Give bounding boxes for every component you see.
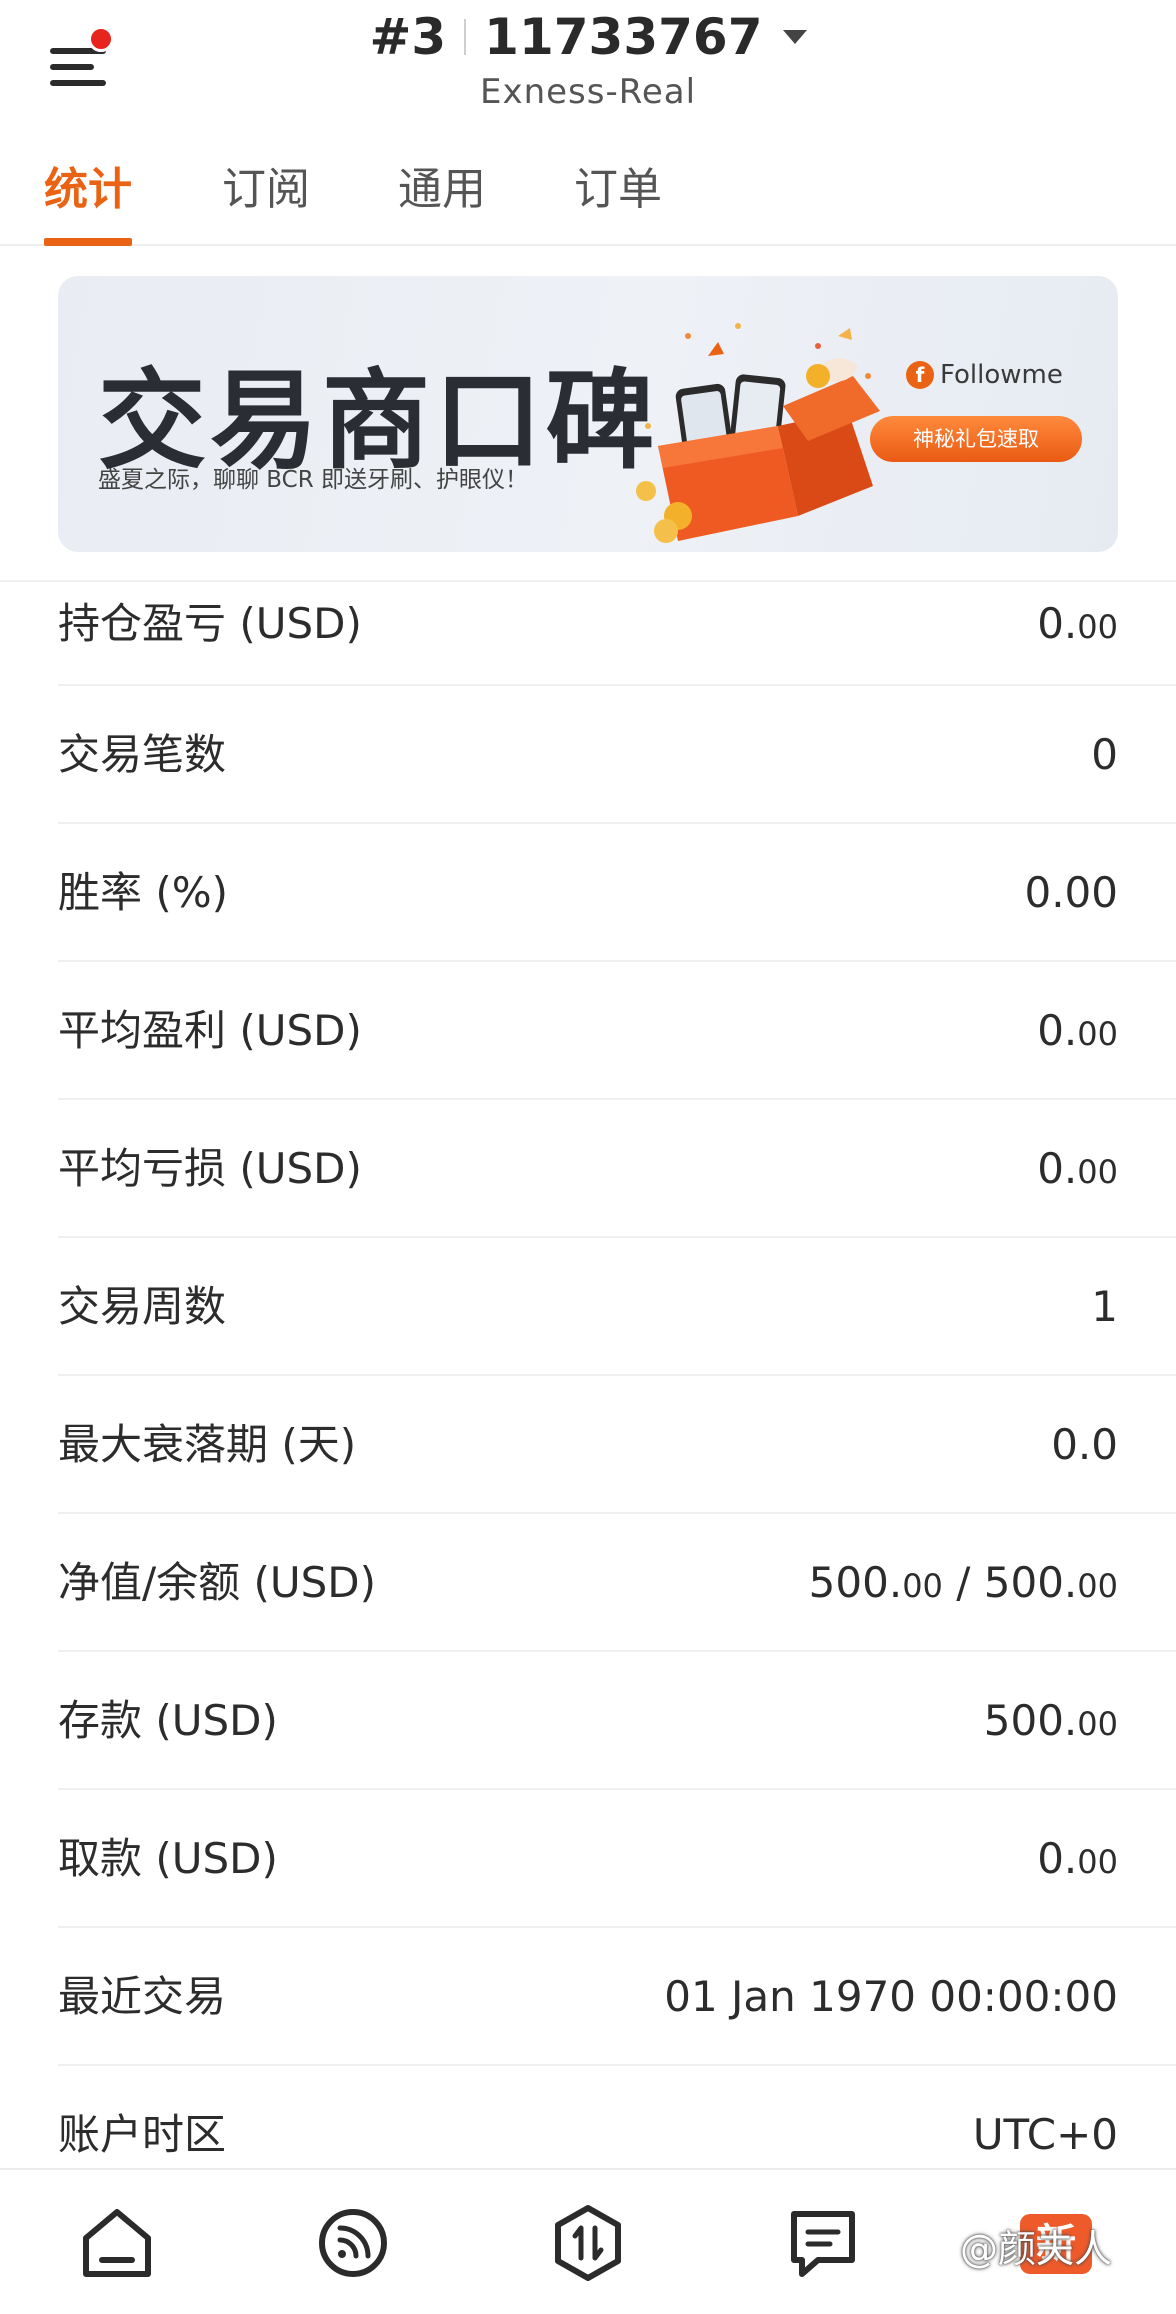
stat-value: 0.0 [1051, 1420, 1118, 1469]
nav-home[interactable] [72, 2198, 162, 2288]
stat-value: 01 Jan 1970 00:00:00 [664, 1972, 1118, 2021]
tab-bar: 统计 订阅 通用 订单 [0, 150, 1176, 246]
nav-trade[interactable] [543, 2198, 633, 2288]
stat-row-trade-count: 交易笔数 0 [58, 686, 1176, 824]
tab-statistics[interactable]: 统计 [44, 150, 132, 246]
stat-value: 0 [1091, 730, 1118, 779]
stat-row-equity-balance: 净值/余额 (USD) 500.00 / 500.00 [58, 1514, 1176, 1652]
stat-row-avg-loss: 平均亏损 (USD) 0.00 [58, 1100, 1176, 1238]
stats-list: 持仓盈亏 (USD) 0.00 交易笔数 0 胜率 (%) 0.00 平均盈利 … [0, 580, 1176, 2204]
stat-label: 持仓盈亏 (USD) [58, 599, 362, 648]
nav-feed[interactable] [308, 2198, 398, 2288]
bottom-nav: 新 @颜夫人 [0, 2168, 1176, 2314]
separator [464, 19, 467, 55]
feed-icon [319, 2209, 387, 2277]
stat-label: 净值/余额 (USD) [58, 1558, 377, 1607]
stat-value: 1 [1091, 1282, 1118, 1331]
stat-label: 平均亏损 (USD) [58, 1144, 362, 1193]
stat-label: 最近交易 [58, 1972, 227, 2021]
tab-label: 订阅 [222, 164, 310, 215]
stat-value: 0.00 [1037, 1144, 1118, 1193]
stat-value: 0.00 [1037, 599, 1118, 648]
stat-row-trading-weeks: 交易周数 1 [58, 1238, 1176, 1376]
active-tab-indicator [44, 238, 132, 246]
messages-icon [791, 2211, 855, 2277]
stat-value: 0.00 [1037, 1834, 1118, 1883]
stat-row-max-drawdown-period: 最大衰落期 (天) 0.0 [58, 1376, 1176, 1514]
stat-label: 存款 (USD) [58, 1696, 278, 1745]
promo-banner[interactable]: 交易商口碑 盛夏之际，聊聊 BCR 即送牙刷、护眼仪！ f Followme 神… [58, 276, 1118, 552]
stat-row-floating-pnl: 持仓盈亏 (USD) 0.00 [58, 582, 1176, 686]
stat-row-last-trade: 最近交易 01 Jan 1970 00:00:00 [58, 1928, 1176, 2066]
tab-label: 订单 [574, 164, 662, 215]
stat-row-withdrawals: 取款 (USD) 0.00 [58, 1790, 1176, 1928]
account-rank: #3 [369, 8, 447, 66]
account-selector[interactable]: #3 11733767 Exness-Real [0, 8, 1176, 112]
stat-label: 交易笔数 [58, 730, 227, 779]
stat-label: 胜率 (%) [58, 868, 229, 917]
trade-icon [555, 2205, 621, 2281]
stat-row-deposits: 存款 (USD) 500.00 [58, 1652, 1176, 1790]
brand-label: f Followme [906, 360, 1063, 390]
stat-label: 最大衰落期 (天) [58, 1420, 357, 1469]
stat-value: 500.00 [983, 1696, 1118, 1745]
tab-subscriptions[interactable]: 订阅 [222, 150, 310, 246]
stat-label: 取款 (USD) [58, 1834, 278, 1883]
stat-row-win-rate: 胜率 (%) 0.00 [58, 824, 1176, 962]
watermark-text: @颜夫人 [960, 2227, 1113, 2271]
nav-messages[interactable] [778, 2198, 868, 2288]
stat-row-avg-profit: 平均盈利 (USD) 0.00 [58, 962, 1176, 1100]
tab-label: 通用 [398, 164, 486, 215]
stat-label: 交易周数 [58, 1282, 227, 1331]
gift-cta-button[interactable]: 神秘礼包速取 [870, 416, 1082, 462]
top-header: #3 11733767 Exness-Real [0, 0, 1176, 140]
chevron-down-icon[interactable] [782, 30, 807, 44]
stat-label: 平均盈利 (USD) [58, 1006, 362, 1055]
stat-value: 0.00 [1037, 1006, 1118, 1055]
tab-general[interactable]: 通用 [398, 150, 486, 246]
tab-label: 统计 [44, 164, 132, 215]
server-name: Exness-Real [479, 72, 697, 112]
home-icon [83, 2209, 151, 2277]
account-number: 11733767 [484, 8, 763, 66]
followme-logo-icon: f [906, 361, 934, 389]
brand-name: Followme [940, 360, 1063, 390]
tab-orders[interactable]: 订单 [574, 150, 662, 246]
banner-subtitle: 盛夏之际，聊聊 BCR 即送牙刷、护眼仪！ [98, 467, 529, 493]
stat-value: 500.00 / 500.00 [808, 1558, 1118, 1607]
stat-value: 0.00 [1024, 868, 1118, 917]
